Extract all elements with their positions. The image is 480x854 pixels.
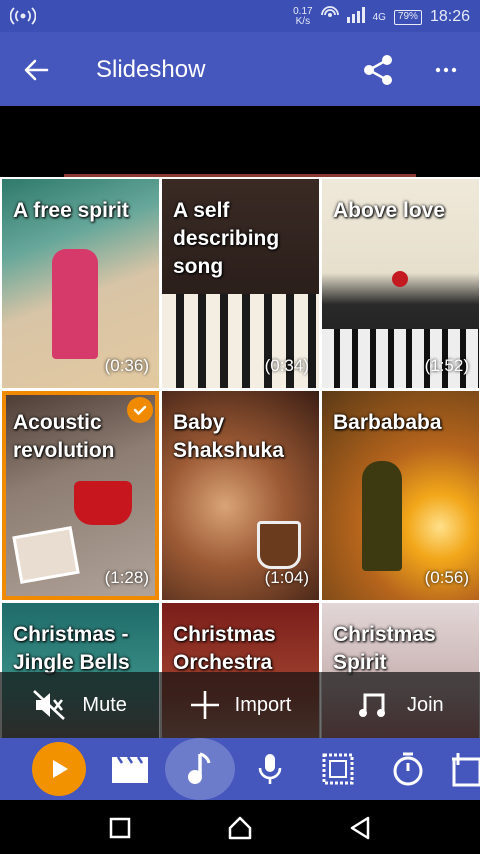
music-tile[interactable]: A free spirit (0:36): [2, 179, 159, 388]
page-title: Slideshow: [96, 56, 206, 83]
video-preview[interactable]: [0, 106, 480, 174]
play-icon: [53, 760, 68, 778]
editor-toolbar: [0, 738, 480, 800]
system-nav-bar: [0, 800, 480, 854]
music-button[interactable]: [176, 746, 224, 792]
app-bar: Slideshow: [0, 32, 480, 106]
network-type: 4G: [372, 11, 386, 23]
photo-image: [12, 526, 80, 584]
share-button[interactable]: [360, 52, 396, 88]
arrow-left-icon: [24, 59, 49, 81]
back-button[interactable]: [18, 52, 54, 88]
home-icon: [228, 816, 252, 840]
back-nav-button[interactable]: [346, 814, 374, 842]
share-icon: [364, 55, 392, 85]
frame-button[interactable]: [314, 746, 362, 792]
add-text-icon: [452, 753, 480, 787]
hotspot-icon: [9, 6, 37, 30]
silhouette-image: [362, 461, 402, 571]
coffee-cup-image: [74, 481, 132, 525]
voice-over-button[interactable]: [246, 746, 294, 792]
microphone-icon: [258, 754, 282, 784]
music-action-bar: Mute Import Join: [0, 672, 480, 738]
battery-indicator: 79%: [393, 9, 422, 25]
music-tile[interactable]: A self describing song (0:34): [162, 179, 319, 388]
rose-image: [392, 271, 408, 287]
plus-icon: [190, 691, 219, 719]
volume-off-icon: [33, 690, 66, 720]
cup-image: [257, 521, 301, 569]
music-grid: A free spirit (0:36) A self describing s…: [0, 177, 480, 738]
more-options-button[interactable]: [428, 52, 464, 88]
triangle-back-icon: [350, 816, 370, 840]
clapperboard-icon: [112, 756, 148, 783]
add-text-button[interactable]: [448, 746, 480, 792]
status-bar: 0.17 K/s 4G 79% 18:26: [0, 0, 480, 32]
duration-button[interactable]: [384, 746, 432, 792]
frame-icon: [322, 753, 354, 785]
mute-button[interactable]: Mute: [0, 672, 161, 738]
play-button[interactable]: [32, 742, 86, 796]
import-button[interactable]: Import: [160, 672, 321, 738]
square-icon: [109, 817, 131, 839]
music-note-icon: [188, 752, 211, 784]
music-tile-selected[interactable]: Acoustic revolution (1:28): [2, 391, 159, 600]
home-button[interactable]: [226, 814, 254, 842]
signal-icon: [346, 7, 365, 27]
more-horizontal-icon: [435, 67, 457, 73]
music-tile[interactable]: Barbababa (0:56): [322, 391, 479, 600]
music-tile[interactable]: Baby Shakshuka (1:04): [162, 391, 319, 600]
join-button[interactable]: Join: [321, 672, 480, 738]
timer-icon: [393, 752, 423, 786]
music-tile[interactable]: Above love (1:52): [322, 179, 479, 388]
video-clips-button[interactable]: [106, 746, 154, 792]
wifi-icon: [320, 6, 339, 28]
clock: 18:26: [429, 8, 470, 25]
join-music-icon: [358, 693, 385, 717]
network-speed: 0.17 K/s: [293, 6, 313, 27]
person-image: [52, 249, 98, 359]
recent-apps-button[interactable]: [106, 814, 134, 842]
